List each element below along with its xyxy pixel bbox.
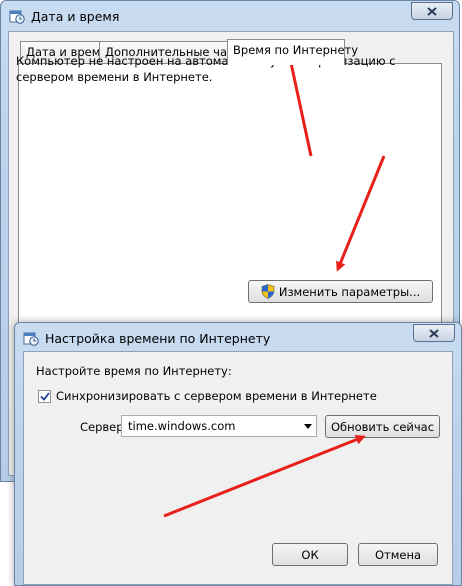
clock-calendar-icon — [23, 332, 39, 346]
close-icon — [429, 328, 439, 338]
ok-label: ОК — [301, 547, 319, 562]
tab-internet-time[interactable]: Время по Интернету — [227, 39, 358, 65]
close-icon — [427, 6, 437, 16]
dialog-title: Настройка времени по Интернету — [45, 331, 271, 346]
dialog-close-button[interactable] — [413, 324, 455, 342]
uac-shield-icon — [261, 284, 275, 299]
checkmark-icon — [39, 392, 50, 401]
update-now-button[interactable]: Обновить сейчас — [325, 415, 440, 438]
dialog-prompt: Настройте время по Интернету: — [36, 364, 232, 378]
window-title: Дата и время — [31, 9, 120, 24]
change-settings-label: Изменить параметры... — [278, 284, 421, 299]
sync-checkbox-label[interactable]: Синхронизировать с сервером времени в Ин… — [56, 389, 377, 403]
server-value: time.windows.com — [128, 419, 236, 433]
clock-calendar-icon — [9, 10, 25, 24]
internet-time-settings-dialog: Настройка времени по Интернету Настройте… — [14, 322, 462, 586]
update-now-label: Обновить сейчас — [330, 419, 435, 434]
dropdown-arrow-icon[interactable] — [304, 424, 312, 429]
dialog-client: Настройте время по Интернету: Синхронизи… — [23, 351, 453, 585]
ok-button[interactable]: ОК — [272, 543, 348, 566]
titlebar: Дата и время — [1, 1, 459, 31]
close-button[interactable] — [411, 2, 453, 20]
sync-checkbox[interactable] — [38, 390, 51, 403]
tab-label: Время по Интернету — [233, 43, 359, 57]
cancel-label: Отмена — [374, 547, 422, 562]
server-combobox[interactable]: time.windows.com — [121, 415, 317, 437]
change-settings-button[interactable]: Изменить параметры... — [248, 280, 433, 303]
cancel-button[interactable]: Отмена — [358, 543, 438, 566]
